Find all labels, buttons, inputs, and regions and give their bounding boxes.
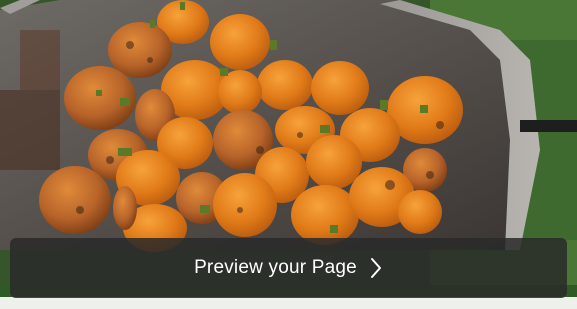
chevron-right-icon — [370, 258, 381, 278]
bottom-strip — [0, 297, 577, 309]
preview-page-label: Preview your Page — [194, 257, 357, 278]
preview-page-button[interactable]: Preview your Page — [10, 238, 567, 298]
cover-photo: Preview your Page — [0, 0, 577, 309]
